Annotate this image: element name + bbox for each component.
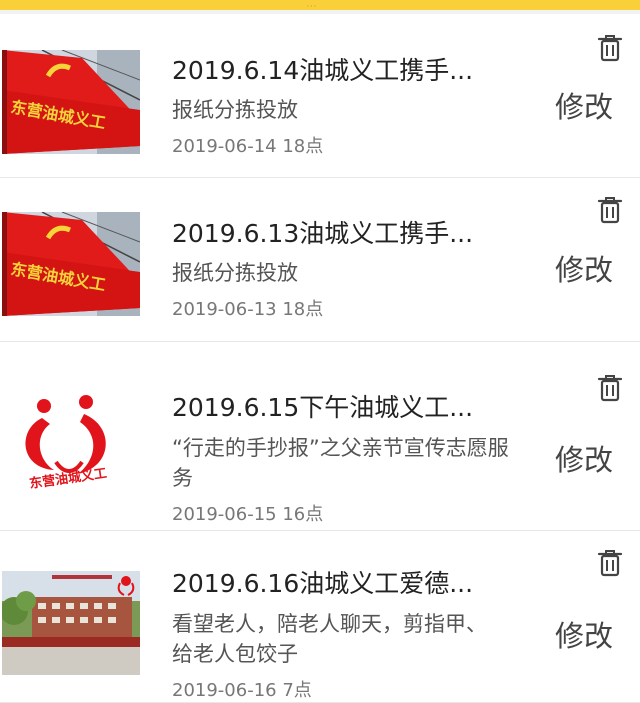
item-description: 看望老人，陪老人聊天，剪指甲、给老人包饺子	[172, 612, 487, 666]
top-bar: ···	[0, 0, 640, 11]
item-date: 2019-06-13 18点	[172, 299, 324, 320]
activity-thumbnail: 东营油城义工	[2, 390, 140, 494]
item-description: 报纸分拣投放	[172, 98, 298, 122]
edit-button[interactable]: 修改	[555, 90, 613, 124]
activity-thumbnail: 东营油城义工	[2, 212, 140, 316]
item-title: 2019.6.13油城义工携手...	[172, 219, 474, 248]
activity-thumbnail: 东营油城义工	[2, 50, 140, 154]
activity-thumbnail	[2, 571, 140, 675]
edit-button[interactable]: 修改	[555, 443, 613, 477]
trash-icon[interactable]	[597, 196, 623, 224]
item-title: 2019.6.15下午油城义工...	[172, 393, 474, 422]
item-description: 报纸分拣投放	[172, 261, 298, 285]
list-item[interactable]: 东营油城义工 2019.6.14油城义工携手... 报纸分拣投放 2019-06…	[0, 14, 640, 178]
list-item[interactable]: 东营油城义工 2019.6.13油城义工携手... 报纸分拣投放 2019-06…	[0, 178, 640, 342]
edit-button[interactable]: 修改	[555, 253, 613, 287]
drag-handle[interactable]: ···	[302, 3, 322, 11]
item-date: 2019-06-14 18点	[172, 136, 324, 157]
item-description: “行走的手抄报”之父亲节宣传志愿服务	[172, 436, 509, 490]
item-date: 2019-06-16 7点	[172, 680, 312, 701]
item-title: 2019.6.14油城义工携手...	[172, 56, 474, 85]
trash-icon[interactable]	[597, 549, 623, 577]
trash-icon[interactable]	[597, 34, 623, 62]
list-item[interactable]: 东营油城义工 2019.6.15下午油城义工... “行走的手抄报”之父亲节宣传…	[0, 342, 640, 531]
edit-button[interactable]: 修改	[555, 619, 613, 653]
trash-icon[interactable]	[597, 374, 623, 402]
item-title: 2019.6.16油城义工爱德...	[172, 569, 474, 598]
item-date: 2019-06-15 16点	[172, 504, 324, 525]
list-item[interactable]: 2019.6.16油城义工爱德... 看望老人，陪老人聊天，剪指甲、给老人包饺子…	[0, 531, 640, 703]
